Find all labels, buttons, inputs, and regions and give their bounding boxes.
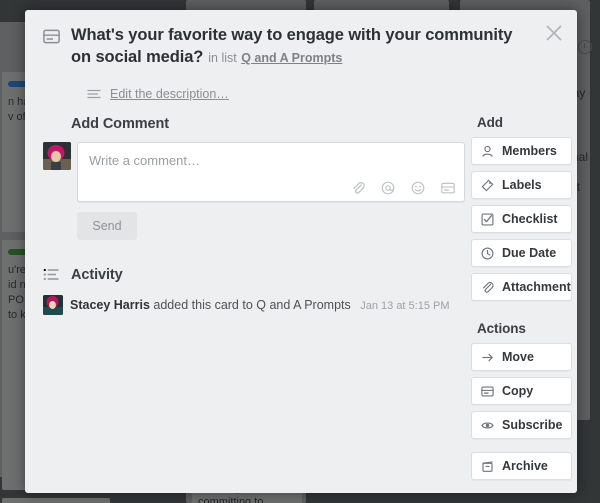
sidebar-item-label: Move <box>502 350 534 364</box>
sidebar-item-subscribe[interactable]: Subscribe <box>471 411 572 439</box>
activity-icon <box>43 266 60 283</box>
sidebar-item-label: Archive <box>502 459 548 473</box>
checklist-icon <box>481 213 494 226</box>
add-comment-title: Add Comment <box>71 115 169 132</box>
comment-composer: Write a comment… <box>43 142 465 202</box>
sidebar-item-label: Subscribe <box>502 418 563 432</box>
main-column: Add Comment Write a comment… Send Activi… <box>25 101 465 493</box>
activity-action: added this card to Q and A Prompts <box>153 298 351 312</box>
card-header-text: What's your favorite way to engage with … <box>71 24 531 69</box>
in-list-label: in list <box>208 51 237 65</box>
sidebar-divider <box>471 445 572 452</box>
sidebar-add-heading: Add <box>477 115 503 130</box>
screen: lity n ha l cr rou ruth he v of wh e, ov… <box>0 0 600 503</box>
card-icon <box>43 28 60 45</box>
activity-user[interactable]: Stacey Harris <box>70 298 150 312</box>
send-button[interactable]: Send <box>77 212 137 240</box>
list-name-link[interactable]: Q and A Prompts <box>241 51 342 65</box>
sidebar-item-label: Copy <box>502 384 534 398</box>
activity-title: Activity <box>71 266 123 283</box>
card-header: What's your favorite way to engage with … <box>25 10 577 69</box>
sidebar-item-due-date[interactable]: Due Date <box>471 239 572 267</box>
card-insert-icon[interactable] <box>441 181 455 195</box>
sidebar-item-label: Due Date <box>502 246 557 260</box>
mention-icon[interactable] <box>381 181 395 195</box>
activity-timestamp: Jan 13 at 5:15 PM <box>360 300 450 312</box>
paperclip-icon <box>481 281 494 294</box>
comment-toolbar <box>351 181 455 195</box>
emoji-icon[interactable] <box>411 181 425 195</box>
sidebar-item-members[interactable]: Members <box>471 137 572 165</box>
avatar[interactable] <box>43 142 71 170</box>
member-icon <box>481 145 494 158</box>
card-detail-modal: What's your favorite way to engage with … <box>25 10 577 493</box>
sidebar-actions-heading: Actions <box>477 321 526 336</box>
attachment-icon[interactable] <box>351 181 365 195</box>
sidebar-item-attachment[interactable]: Attachment <box>471 273 572 301</box>
add-comment-header: Add Comment <box>43 115 465 132</box>
comment-input-wrapper[interactable]: Write a comment… <box>77 142 465 202</box>
sidebar-item-copy[interactable]: Copy <box>471 377 572 405</box>
sidebar-item-label: Members <box>502 144 557 158</box>
edit-description-link[interactable]: Edit the description… <box>110 87 229 101</box>
clock-icon <box>481 247 494 260</box>
archive-box-icon <box>481 460 494 473</box>
arrow-right-icon <box>481 351 494 364</box>
activity-entry: Stacey Harris added this card to Q and A… <box>43 295 465 315</box>
copy-card-icon <box>481 385 494 398</box>
description-row: Edit the description… <box>87 87 577 101</box>
sidebar: Add Members Labels Checklist Due Date At… <box>465 101 577 493</box>
sidebar-item-archive[interactable]: Archive <box>471 452 572 480</box>
activity-header: Activity <box>43 266 465 283</box>
sidebar-item-checklist[interactable]: Checklist <box>471 205 572 233</box>
comment-placeholder: Write a comment… <box>89 153 201 168</box>
activity-entry-text: Stacey Harris added this card to Q and A… <box>70 298 450 312</box>
sidebar-item-labels[interactable]: Labels <box>471 171 572 199</box>
sidebar-item-label: Labels <box>502 178 542 192</box>
comment-bubble-icon <box>43 115 60 132</box>
avatar[interactable] <box>43 295 63 315</box>
description-icon <box>87 88 101 100</box>
label-tag-icon <box>481 179 494 192</box>
sidebar-item-move[interactable]: Move <box>471 343 572 371</box>
sidebar-item-label: Checklist <box>502 212 558 226</box>
modal-body: Add Comment Write a comment… Send Activi… <box>25 101 577 493</box>
eye-icon <box>481 419 494 432</box>
sidebar-item-label: Attachment <box>502 280 571 294</box>
